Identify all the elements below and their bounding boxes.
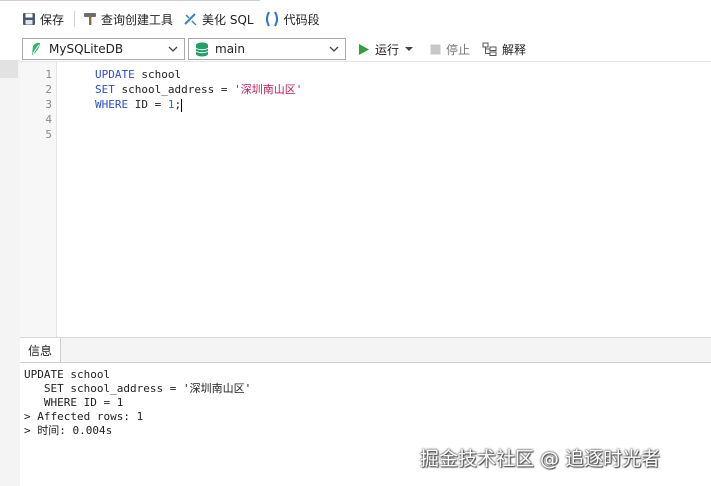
connection-toolbar: MySQLiteDB main 运行 停止 解释 — [22, 37, 538, 61]
output-line: > Affected rows: 1 — [24, 410, 144, 423]
line-number: 4 — [45, 113, 52, 126]
query-builder-label: 查询创建工具 — [101, 12, 174, 27]
tab-info[interactable]: 信息 — [20, 338, 61, 362]
output-line: > 时间: 0.004s — [24, 424, 113, 437]
caret-down-icon — [405, 47, 414, 51]
output-tab-bar: 信息 — [20, 338, 711, 363]
explain-label: 解释 — [502, 42, 527, 57]
sql-text: school_address = — [114, 83, 235, 96]
magic-wand-icon — [184, 13, 197, 26]
line-number: 2 — [45, 83, 52, 96]
sql-text: ID = — [128, 98, 168, 111]
save-label: 保存 — [40, 12, 65, 27]
line-number-gutter: 1 2 3 4 5 — [20, 62, 57, 338]
save-button[interactable]: 保存 — [22, 11, 64, 28]
sql-keyword: WHERE — [95, 98, 129, 111]
line-number: 1 — [45, 68, 52, 81]
tab-info-label: 信息 — [27, 343, 52, 358]
stop-label: 停止 — [446, 42, 471, 57]
explain-button[interactable]: 解释 — [482, 41, 526, 58]
hammer-icon — [84, 13, 97, 25]
sql-keyword: SET — [95, 83, 115, 96]
line-number: 3 — [45, 98, 52, 111]
sql-text: school — [134, 68, 182, 81]
output-line: SET school_address = '深圳南山区' — [24, 382, 252, 395]
line-number: 5 — [45, 128, 52, 141]
run-button[interactable]: 运行 — [358, 41, 418, 58]
code-snippet-label: 代码段 — [283, 12, 320, 27]
database-select[interactable]: MySQLiteDB — [22, 38, 185, 60]
sql-editor[interactable]: 1 2 3 4 5 UPDATE school SET school_addre… — [20, 61, 711, 338]
query-actions: 运行 停止 解释 — [358, 41, 538, 58]
top-border-gap — [260, 0, 711, 1]
schema-select[interactable]: main — [188, 38, 346, 60]
chevron-down-icon — [168, 46, 178, 52]
beautify-sql-label: 美化 SQL — [202, 12, 254, 27]
stop-icon — [430, 44, 441, 54]
query-builder-button[interactable]: 查询创建工具 — [83, 11, 173, 28]
code-snippet-button[interactable]: 代码段 — [264, 11, 320, 28]
main-toolbar: 保存 查询创建工具 美化 SQL 代码段 — [22, 8, 330, 30]
play-icon — [359, 43, 369, 55]
sql-text: ; — [174, 98, 182, 111]
code-line: UPDATE school — [95, 67, 302, 82]
sqlite-db-icon — [32, 42, 40, 55]
message-output: UPDATE school SET school_address = '深圳南山… — [24, 368, 251, 438]
database-icon — [195, 42, 209, 56]
toolbar-separator — [74, 11, 76, 27]
code-line: SET school_address = '深圳南山区' — [95, 82, 302, 97]
run-label: 运行 — [375, 42, 400, 57]
stop-button[interactable]: 停止 — [430, 41, 470, 58]
output-line: WHERE ID = 1 — [24, 396, 124, 409]
explain-tree-icon — [482, 42, 497, 56]
parentheses-icon — [265, 11, 278, 27]
sql-keyword: UPDATE — [95, 68, 135, 81]
left-side-strip — [0, 60, 20, 486]
chevron-down-icon — [329, 46, 339, 52]
save-icon — [23, 13, 35, 25]
schema-select-value: main — [215, 42, 245, 56]
output-line: UPDATE school — [24, 368, 111, 381]
left-side-marker — [0, 60, 18, 78]
sql-number-literal: 1 — [167, 98, 175, 111]
text-cursor — [181, 98, 183, 112]
code-area[interactable]: UPDATE school SET school_address = '深圳南山… — [95, 67, 302, 112]
watermark-text: 掘金技术社区 @ 追逐时光者 — [420, 448, 661, 470]
database-select-value: MySQLiteDB — [49, 42, 124, 56]
sql-string-literal: '深圳南山区' — [234, 83, 303, 96]
code-line: WHERE ID = 1; — [95, 97, 302, 112]
beautify-sql-button[interactable]: 美化 SQL — [183, 11, 254, 28]
